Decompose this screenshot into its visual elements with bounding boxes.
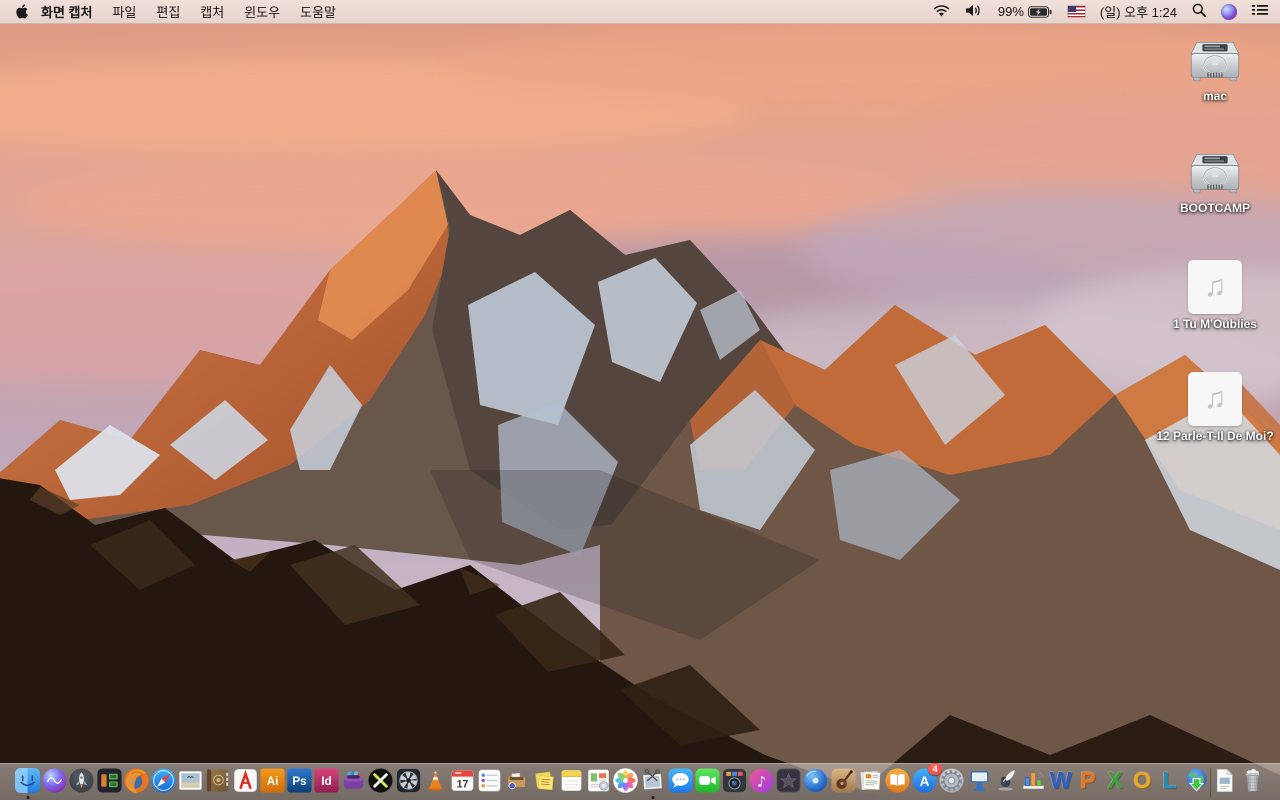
menu-clock[interactable]: (일) 오후 1:24 bbox=[1100, 2, 1177, 21]
dock-vlc-icon[interactable] bbox=[422, 767, 449, 794]
dock-acrobat-icon[interactable] bbox=[232, 767, 259, 794]
dock-messages-icon[interactable] bbox=[667, 767, 694, 794]
dock-illustrator-icon[interactable]: Ai bbox=[259, 767, 286, 794]
menu-help[interactable]: 도움말 bbox=[300, 2, 336, 21]
itunes-note-glyph: ♪ bbox=[757, 774, 766, 790]
wifi-icon[interactable] bbox=[933, 4, 950, 20]
audio-file-icon: ♫ bbox=[1188, 372, 1242, 426]
dock-calendar-icon[interactable]: 17 bbox=[449, 767, 476, 794]
wallpaper-sierra-mountain bbox=[0, 0, 1280, 800]
dock-notes-icon[interactable] bbox=[558, 767, 585, 794]
outlook-letter: O bbox=[1133, 767, 1152, 793]
active-app-menu[interactable]: 화면 캡처 bbox=[41, 2, 92, 21]
indesign-glyph: Id bbox=[321, 776, 331, 788]
desktop-icon-bootcamp-drive[interactable]: BOOTCAMP bbox=[1155, 150, 1275, 216]
dock-pages-icon[interactable] bbox=[993, 767, 1020, 794]
dock-screen-capture-grab-icon[interactable] bbox=[639, 767, 666, 794]
dock-garageband-icon[interactable] bbox=[830, 767, 857, 794]
battery-percent: 99% bbox=[997, 4, 1024, 19]
calendar-day-number: 17 bbox=[457, 778, 469, 790]
dock-archive-app-icon[interactable] bbox=[503, 767, 530, 794]
dock-news-documents-app-icon[interactable] bbox=[857, 767, 884, 794]
macos-desktop: 화면 캡처 파일 편집 캡처 윈도우 도움말 99% (일) 오후 1:24 m… bbox=[0, 0, 1280, 800]
spotlight-icon[interactable] bbox=[1192, 3, 1206, 20]
dock-disk-utility-app-icon[interactable] bbox=[395, 767, 422, 794]
dock-itunes-icon[interactable]: ♪ bbox=[748, 767, 775, 794]
dock: Ai Ps Id 17 ♪ A 4 W P X O L bbox=[0, 763, 1280, 800]
flag-canton bbox=[1067, 6, 1076, 12]
dock-trash-icon[interactable] bbox=[1239, 767, 1266, 794]
dock-contacts-icon[interactable] bbox=[204, 767, 231, 794]
music-note-glyph: ♫ bbox=[1203, 382, 1227, 415]
dock-imovie-icon[interactable] bbox=[775, 767, 802, 794]
desktop-icon-audio-file-1[interactable]: ♫ 1 Tu M'Oublies bbox=[1155, 260, 1275, 332]
dock-toast-icon[interactable] bbox=[340, 767, 367, 794]
dock-powerpoint-icon[interactable]: P bbox=[1074, 767, 1101, 794]
dock-dvd-player-icon[interactable] bbox=[802, 767, 829, 794]
siri-icon[interactable] bbox=[1221, 3, 1237, 20]
dock-lync-icon[interactable]: L bbox=[1156, 767, 1183, 794]
dock-safari-icon[interactable] bbox=[150, 767, 177, 794]
dock-outlook-icon[interactable]: O bbox=[1129, 767, 1156, 794]
menu-bar: 화면 캡처 파일 편집 캡처 윈도우 도움말 99% (일) 오후 1:24 bbox=[0, 0, 1280, 24]
dock-photoshop-icon[interactable]: Ps bbox=[286, 767, 313, 794]
menu-capture[interactable]: 캡처 bbox=[200, 2, 224, 21]
apple-menu-icon[interactable] bbox=[0, 0, 41, 23]
dock-launchpad-icon[interactable] bbox=[68, 767, 95, 794]
notification-center-icon[interactable] bbox=[1252, 4, 1268, 19]
audio-file-icon: ♫ bbox=[1188, 260, 1242, 314]
dock-indesign-icon[interactable]: Id bbox=[313, 767, 340, 794]
illustrator-glyph: Ai bbox=[266, 776, 278, 788]
battery-status[interactable]: 99% bbox=[998, 4, 1053, 19]
dock-photos-icon[interactable] bbox=[612, 767, 639, 794]
word-letter: W bbox=[1049, 767, 1072, 793]
volume-icon[interactable] bbox=[965, 4, 983, 20]
desktop-icon-label: BOOTCAMP bbox=[1180, 201, 1250, 215]
lync-letter: L bbox=[1162, 767, 1177, 793]
dock-ibooks-icon[interactable] bbox=[884, 767, 911, 794]
excel-letter: X bbox=[1107, 767, 1123, 793]
dock-reminders-icon[interactable] bbox=[476, 767, 503, 794]
dock-photo-viewer-icon[interactable] bbox=[177, 767, 204, 794]
dock-siri-icon[interactable] bbox=[41, 767, 68, 794]
desktop-icon-label: 1 Tu M'Oublies bbox=[1173, 317, 1257, 331]
dock-globe-downloader-icon[interactable] bbox=[1183, 767, 1210, 794]
dock-facetime-icon[interactable] bbox=[694, 767, 721, 794]
dock-firefox-icon[interactable] bbox=[123, 767, 150, 794]
app-store-letter: A bbox=[920, 774, 930, 789]
dock-app-store-icon[interactable]: A 4 bbox=[911, 763, 943, 794]
dock-word-icon[interactable]: W bbox=[1047, 767, 1074, 794]
dock-tiles-app-icon[interactable] bbox=[96, 767, 123, 794]
desktop-icon-label: 12 Parle-T-Il De Moi? bbox=[1156, 429, 1274, 443]
menu-file[interactable]: 파일 bbox=[112, 2, 136, 21]
desktop-icon-mac-drive[interactable]: mac bbox=[1155, 38, 1275, 104]
dock-document-file-icon[interactable] bbox=[1211, 767, 1238, 794]
dock-excel-icon[interactable]: X bbox=[1102, 767, 1129, 794]
desktop-icon-label: mac bbox=[1202, 89, 1228, 103]
music-note-glyph: ♫ bbox=[1203, 270, 1227, 303]
desktop-icon-audio-file-2[interactable]: ♫ 12 Parle-T-Il De Moi? bbox=[1155, 372, 1275, 444]
dock-document-viewer-icon[interactable] bbox=[585, 767, 612, 794]
dock-system-preferences-icon[interactable] bbox=[938, 767, 965, 794]
dock-keynote-icon[interactable] bbox=[966, 767, 993, 794]
input-source-flag-us[interactable] bbox=[1067, 6, 1085, 17]
menu-window[interactable]: 윈도우 bbox=[244, 2, 280, 21]
dock-stickies-icon[interactable] bbox=[531, 767, 558, 794]
hard-drive-icon bbox=[1190, 153, 1240, 194]
photoshop-glyph: Ps bbox=[292, 776, 306, 788]
dock-numbers-icon[interactable] bbox=[1020, 767, 1047, 794]
menu-edit[interactable]: 편집 bbox=[156, 2, 180, 21]
hard-drive-icon bbox=[1190, 41, 1240, 82]
powerpoint-letter: P bbox=[1080, 767, 1096, 793]
dock-finder-icon[interactable] bbox=[14, 767, 41, 794]
dock-photo-booth-icon[interactable] bbox=[721, 767, 748, 794]
dock-x-app-icon[interactable] bbox=[367, 767, 394, 794]
